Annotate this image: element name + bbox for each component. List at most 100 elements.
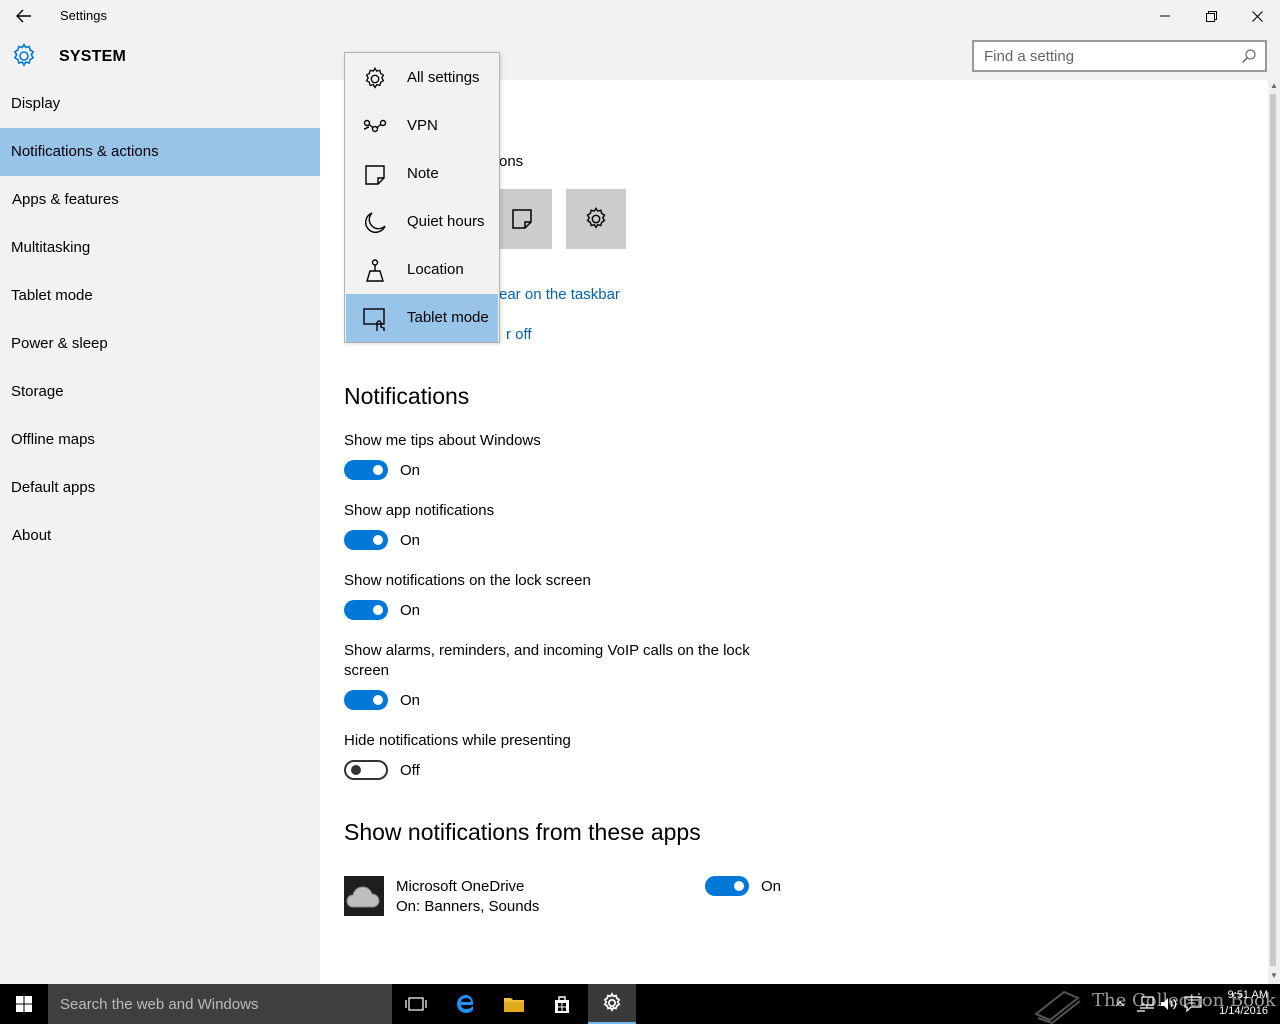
clock-time[interactable]: 9:51 AM — [1212, 989, 1268, 1001]
vpn-icon — [363, 119, 387, 133]
taskbar-search-input[interactable] — [48, 984, 388, 1024]
edge-button[interactable] — [442, 984, 490, 1024]
toggle-tips-state: On — [400, 462, 421, 479]
back-arrow-icon — [16, 9, 31, 23]
action-center-icon — [1184, 996, 1202, 1012]
sidebar-item-storage[interactable]: Storage — [0, 368, 320, 416]
task-view-button[interactable] — [392, 984, 440, 1024]
page-title: SYSTEM — [59, 48, 126, 65]
menu-item-tablet-mode[interactable]: Tablet mode — [346, 294, 498, 342]
clock-date[interactable]: 1/14/2016 — [1212, 1005, 1268, 1017]
start-button[interactable] — [0, 984, 48, 1024]
page-header: SYSTEM — [0, 32, 1280, 80]
windows-logo-icon — [16, 996, 32, 1012]
app-name: Microsoft OneDrive — [396, 878, 525, 895]
scroll-down-arrow-icon[interactable]: ▼ — [1268, 970, 1280, 982]
tablet-mode-icon — [363, 308, 385, 331]
search-icon[interactable] — [1241, 48, 1257, 64]
sidebar-item-offline-maps[interactable]: Offline maps — [0, 416, 320, 464]
folder-icon — [504, 998, 524, 1012]
quick-action-tile-note[interactable] — [492, 189, 552, 249]
menu-item-label: Location — [407, 261, 464, 278]
gear-icon — [603, 992, 621, 1012]
menu-item-note[interactable]: Note — [346, 150, 498, 198]
search-box[interactable] — [972, 40, 1267, 72]
toggle-presenting[interactable] — [344, 760, 388, 780]
volume-button[interactable] — [1158, 994, 1180, 1014]
gear-icon — [13, 42, 35, 67]
setting-label-presenting: Hide notifications while presenting — [344, 732, 571, 749]
close-icon — [1251, 10, 1263, 22]
sidebar-item-notifications[interactable]: Notifications & actions — [0, 128, 320, 176]
onedrive-app-icon — [344, 876, 384, 916]
menu-item-label: All settings — [407, 69, 480, 86]
system-icons-on-off-link[interactable]: r off — [506, 326, 532, 343]
toggle-alarms-state: On — [400, 692, 421, 709]
setting-label-app-notifications: Show app notifications — [344, 502, 495, 519]
sidebar-item-tablet-mode[interactable]: Tablet mode — [0, 272, 320, 320]
select-taskbar-icons-link[interactable]: ear on the taskbar — [499, 286, 620, 303]
menu-item-label: Quiet hours — [407, 213, 485, 230]
sidebar: Display Notifications & actions Apps & f… — [0, 80, 320, 984]
gear-icon — [586, 206, 606, 229]
sidebar-item-display[interactable]: Display — [0, 80, 320, 128]
toggle-lock-screen-state: On — [400, 602, 421, 619]
task-view-icon — [405, 997, 427, 1011]
menu-item-location[interactable]: Location — [346, 246, 498, 294]
note-icon — [365, 165, 385, 185]
store-icon — [555, 996, 569, 1013]
quick-action-dropdown-menu: All settings VPN Note Quiet hours Locati… — [344, 52, 500, 343]
network-button[interactable] — [1134, 994, 1156, 1014]
apps-section-title: Show notifications from these apps — [344, 819, 701, 845]
restore-icon — [1205, 10, 1217, 22]
restore-button[interactable] — [1188, 0, 1234, 32]
app-notification-summary: On: Banners, Sounds — [396, 898, 540, 915]
sidebar-item-multitasking[interactable]: Multitasking — [0, 224, 320, 272]
network-icon — [1137, 996, 1154, 1012]
minimize-button[interactable] — [1142, 0, 1188, 32]
toggle-onedrive[interactable] — [705, 876, 749, 896]
show-hidden-icons-button[interactable] — [1112, 994, 1128, 1014]
toggle-presenting-state: Off — [400, 762, 420, 779]
menu-item-label: Note — [407, 165, 439, 182]
menu-item-label: Tablet mode — [407, 309, 489, 326]
scroll-up-arrow-icon[interactable]: ▲ — [1268, 80, 1280, 92]
close-button[interactable] — [1234, 0, 1280, 32]
minimize-icon — [1160, 15, 1170, 17]
edge-browser-icon — [457, 995, 474, 1013]
toggle-alarms[interactable] — [344, 690, 388, 710]
menu-item-all-settings[interactable]: All settings — [346, 54, 498, 102]
sidebar-item-default-apps[interactable]: Default apps — [0, 464, 320, 512]
cloud-icon — [346, 886, 380, 908]
setting-label-lock-screen: Show notifications on the lock screen — [344, 572, 591, 589]
quick-actions-heading: ons — [499, 153, 524, 170]
sidebar-item-about[interactable]: About — [0, 512, 320, 560]
store-button[interactable] — [538, 984, 586, 1024]
setting-label-alarms: Show alarms, reminders, and incoming VoI… — [344, 642, 750, 679]
window-title: Settings — [60, 8, 107, 23]
taskbar-search[interactable] — [48, 984, 392, 1024]
search-input[interactable] — [974, 42, 1224, 70]
menu-item-label: VPN — [407, 117, 438, 134]
menu-item-quiet-hours[interactable]: Quiet hours — [346, 198, 498, 246]
toggle-lock-screen[interactable] — [344, 600, 388, 620]
toggle-app-notifications[interactable] — [344, 530, 388, 550]
sidebar-item-apps-features[interactable]: Apps & features — [0, 176, 320, 224]
setting-label-tips: Show me tips about Windows — [344, 432, 541, 449]
action-center-button[interactable] — [1182, 994, 1204, 1014]
menu-item-vpn[interactable]: VPN — [346, 102, 498, 150]
title-bar: Settings — [0, 0, 1280, 32]
quick-action-tile-all-settings[interactable] — [566, 189, 626, 249]
notifications-section-title: Notifications — [344, 383, 470, 409]
back-button[interactable] — [8, 4, 40, 28]
toggle-tips[interactable] — [344, 460, 388, 480]
toggle-app-notifications-state: On — [400, 532, 421, 549]
chevron-up-icon — [1115, 1001, 1125, 1007]
sidebar-item-power-sleep[interactable]: Power & sleep — [0, 320, 320, 368]
scroll-thumb[interactable] — [1270, 94, 1276, 966]
gear-icon — [365, 67, 385, 89]
location-icon — [366, 259, 384, 282]
file-explorer-button[interactable] — [490, 984, 538, 1024]
moon-icon — [365, 212, 386, 233]
settings-taskbar-button[interactable] — [588, 984, 636, 1024]
